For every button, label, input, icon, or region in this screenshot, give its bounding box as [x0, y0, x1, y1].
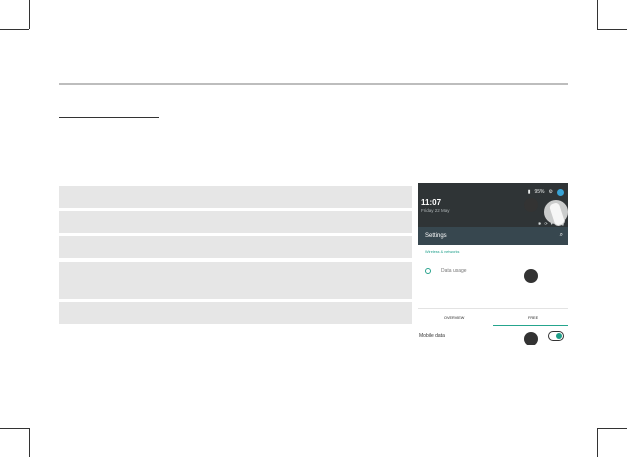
- crop-mark-bottom-left-vertical: [29, 428, 30, 457]
- bluetooth-icon[interactable]: ✱: [538, 221, 541, 226]
- battery-icon: ▮: [527, 189, 531, 195]
- wireless-networks-header: Wireless & networks: [425, 250, 460, 254]
- gear-icon[interactable]: ⚙: [549, 189, 553, 195]
- notification-date: Friday 22 May: [421, 208, 450, 213]
- active-tab-indicator: [493, 325, 568, 326]
- crop-mark-top-right-horizontal: [597, 29, 627, 30]
- notification-time: 11:07: [421, 198, 442, 207]
- toggle-knob: [556, 333, 562, 339]
- phone-screenshot: ▮ 95% ⚙ 11:07 Friday 22 May ✱ ⟳ ▾ ◢ ▮ Se…: [418, 183, 568, 345]
- usage-tabs: OVERVIEW FREE: [418, 308, 568, 327]
- settings-title: Settings: [425, 233, 447, 239]
- rotate-icon[interactable]: ⟳: [544, 221, 547, 226]
- header-rule: [59, 83, 568, 85]
- instruction-row-1: [59, 186, 412, 208]
- data-usage-icon: [425, 268, 431, 274]
- instruction-row-2: [59, 211, 412, 233]
- search-icon[interactable]: ⌕: [560, 232, 563, 239]
- crop-mark-bottom-left-horizontal: [0, 428, 29, 429]
- callout-marker-2: [524, 269, 538, 283]
- tab-overview[interactable]: OVERVIEW: [444, 316, 464, 320]
- instruction-row-3: [59, 236, 412, 258]
- data-usage-item[interactable]: Data usage: [441, 268, 467, 274]
- account-icon[interactable]: [557, 188, 564, 196]
- crop-mark-bottom-right-horizontal: [597, 428, 627, 429]
- instruction-row-4: [59, 262, 412, 299]
- crop-mark-top-left-vertical: [29, 0, 30, 29]
- instruction-row-5: [59, 302, 412, 324]
- settings-app-bar: Settings ⌕: [418, 227, 568, 245]
- section-underline: [59, 117, 159, 118]
- crop-mark-top-right-vertical: [597, 0, 598, 29]
- mobile-data-toggle[interactable]: [548, 331, 564, 341]
- finger-gesture-icon: [544, 200, 568, 224]
- crop-mark-top-left-horizontal: [0, 29, 29, 30]
- tab-free[interactable]: FREE: [528, 316, 538, 320]
- crop-mark-bottom-right-vertical: [597, 428, 598, 457]
- callout-marker-1: [524, 198, 538, 212]
- mobile-data-label: Mobile data: [419, 333, 445, 339]
- status-bar: ▮ 95% ⚙: [528, 188, 564, 196]
- battery-text: 95%: [534, 189, 545, 195]
- callout-marker-3: [524, 332, 538, 345]
